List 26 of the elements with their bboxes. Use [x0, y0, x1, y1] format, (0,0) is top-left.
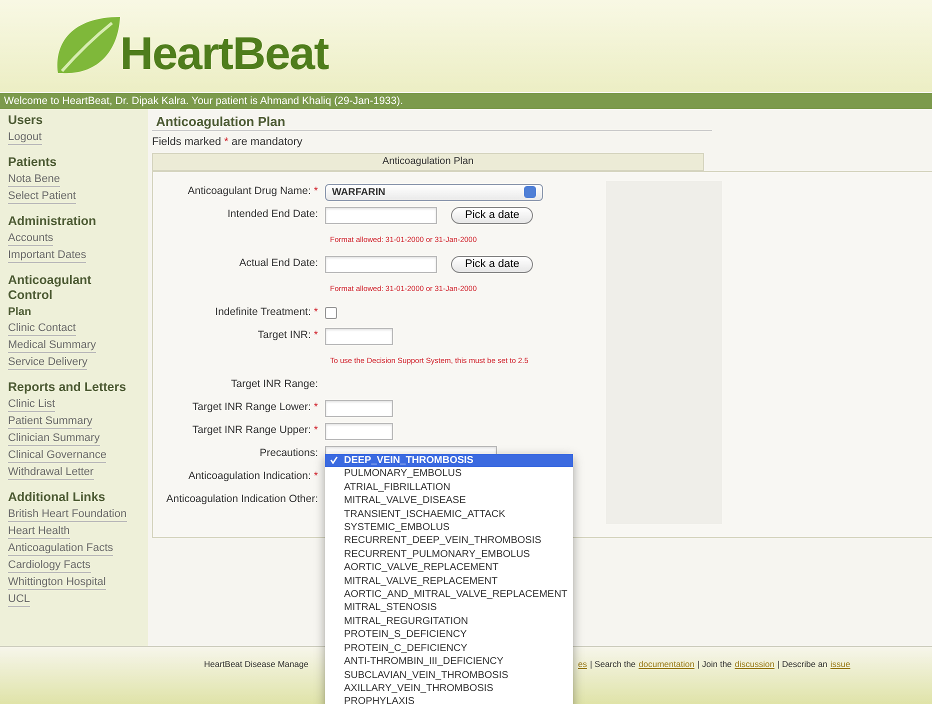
footer-text: | Search the: [590, 658, 636, 671]
field-label: Precautions:: [258, 446, 319, 462]
footer-text: HeartBeat Disease Manage: [204, 658, 310, 671]
field-label: Actual End Date:: [238, 256, 319, 272]
field-label: Target INR Range Upper: *: [191, 423, 319, 438]
sidebar-heading: Anticoagulant Control: [8, 273, 92, 303]
sidebar-heading: Additional Links: [8, 490, 106, 505]
footer-text: | Describe an: [777, 658, 828, 671]
field-label: Target INR Range Lower: *: [191, 400, 319, 416]
logo-text: HeartBeat: [120, 26, 328, 80]
sidebar-heading: Users: [8, 113, 44, 128]
field-label: Indefinite Treatment: *: [214, 305, 319, 320]
field-label: Anticoagulation Indication Other:: [165, 492, 319, 508]
sidebar-heading: Reports and Letters: [8, 380, 128, 395]
field-label: Anticoagulant Drug Name: *: [186, 184, 319, 200]
sidebar-heading: Patients: [8, 155, 58, 170]
footer-text: | Join the: [697, 658, 732, 671]
welcome-bar: Welcome to HeartBeat, Dr. Dipak Kalra. Your patient is Ahmand Khaliq (29-Jan-1933).: [0, 93, 932, 109]
field-label: Intended End Date:: [226, 207, 319, 222]
mandatory-note: Fields marked * are mandatory: [152, 135, 304, 150]
field-label: Target INR Range:: [230, 377, 319, 392]
field-label: Anticoagulation Indication: *: [187, 469, 319, 484]
panel-title: Anticoagulation Plan: [152, 152, 704, 170]
sidebar-heading: Administration: [8, 214, 98, 229]
field-label: Target INR: *: [256, 328, 319, 344]
page-title: Anticoagulation Plan: [152, 113, 712, 131]
